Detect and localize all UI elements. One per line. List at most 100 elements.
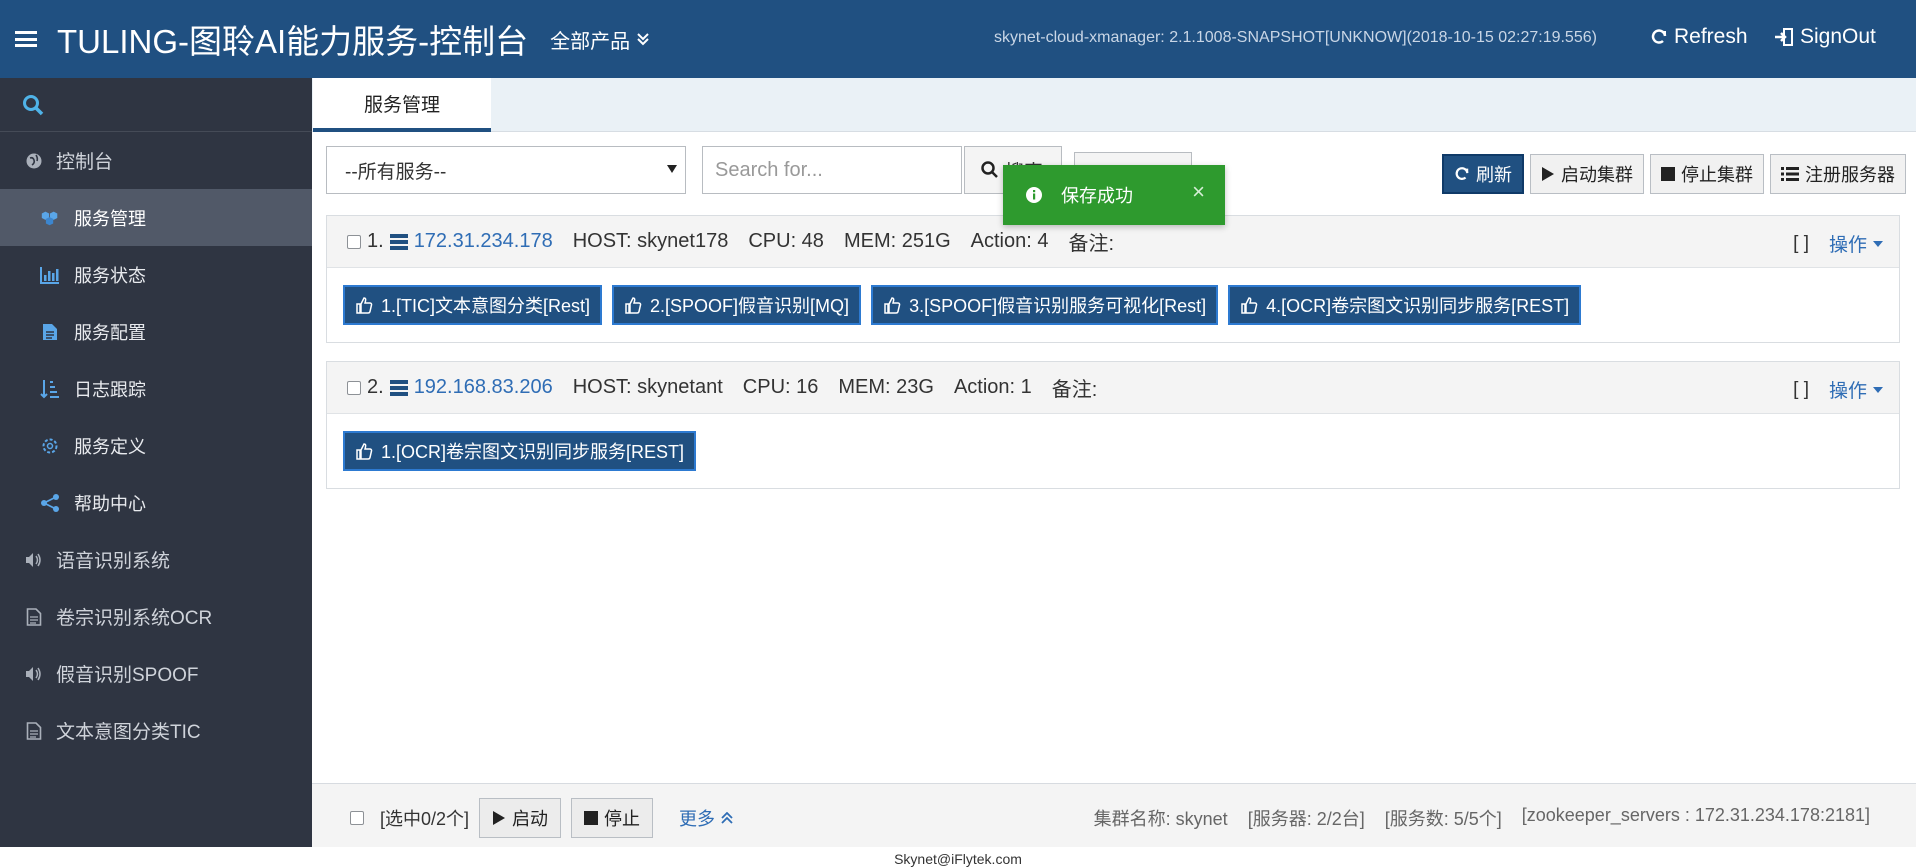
host-mem: MEM: 23G xyxy=(838,376,934,398)
menu-icon[interactable] xyxy=(15,31,37,47)
service-filter-select[interactable]: --所有服务-- xyxy=(326,146,686,194)
host-services: 1.[OCR]卷宗图文识别同步服务[REST] xyxy=(327,414,1899,488)
sidebar-item[interactable]: 假音识别SPOOF xyxy=(0,645,312,702)
version-info: skynet-cloud-xmanager: 2.1.1008-SNAPSHOT… xyxy=(994,29,1597,46)
sidebar-item-label: 日志跟踪 xyxy=(74,379,146,400)
sidebar-item[interactable]: 日志跟踪 xyxy=(0,360,312,417)
stop-icon xyxy=(1661,167,1675,181)
app-title: TULING-图聆AI能力服务-控制台 xyxy=(57,23,529,60)
sidebar-item-label: 假音识别SPOOF xyxy=(56,665,199,686)
operation-dropdown[interactable]: 操作 xyxy=(1829,230,1883,257)
host-note: 备注: xyxy=(1051,379,1098,401)
zookeeper-servers: [zookeeper_servers : 172.31.234.178:2181… xyxy=(1521,805,1870,825)
refresh-link[interactable]: Refresh xyxy=(1650,25,1748,49)
sidebar-item[interactable]: 文本意图分类TIC xyxy=(0,702,312,759)
start-label: 启动 xyxy=(512,809,549,829)
server-icon xyxy=(389,233,408,250)
gear-icon xyxy=(40,436,60,456)
sidebar-item[interactable]: 帮助中心 xyxy=(0,474,312,531)
sort-list-icon xyxy=(40,379,60,399)
service-button[interactable]: 1.[OCR]卷宗图文识别同步服务[REST] xyxy=(343,431,697,471)
sidebar-item-label: 服务管理 xyxy=(74,208,146,229)
host-panel: 1. 172.31.234.178 HOST: skynet178 CPU: 4… xyxy=(326,215,1900,343)
stop-icon xyxy=(584,811,599,825)
products-dropdown[interactable]: 全部产品 xyxy=(550,25,650,54)
host-brackets[interactable]: [ ] xyxy=(1793,233,1809,255)
signout-link[interactable]: SignOut xyxy=(1774,25,1876,49)
refresh-button-label: 刷新 xyxy=(1476,165,1512,185)
cluster-icon xyxy=(40,208,60,228)
more-label: 更多 xyxy=(679,809,716,829)
host-ip-link[interactable]: 172.31.234.178 xyxy=(414,230,553,253)
server-count: [服务器: 2/2台] xyxy=(1247,809,1365,829)
thumbs-up-icon xyxy=(356,443,373,460)
sidebar-item-label: 卷宗识别系统OCR xyxy=(56,608,213,629)
success-toast: 保存成功 × xyxy=(1003,165,1225,225)
register-server-button[interactable]: 注册服务器 xyxy=(1770,154,1906,194)
sidebar-item-label: 服务定义 xyxy=(74,436,146,457)
close-icon[interactable]: × xyxy=(1192,179,1205,205)
operation-label: 操作 xyxy=(1828,235,1867,256)
host-cpu: CPU: 16 xyxy=(742,376,819,398)
thumbs-up-icon xyxy=(884,297,901,314)
service-button[interactable]: 2.[SPOOF]假音识别[MQ] xyxy=(612,285,862,325)
sidebar-item-label: 帮助中心 xyxy=(74,493,146,514)
host-checkbox[interactable] xyxy=(347,234,361,249)
signout-icon xyxy=(1775,28,1793,46)
host-name: HOST: skynetant xyxy=(572,376,723,398)
globe-icon xyxy=(24,151,44,171)
service-button[interactable]: 3.[SPOOF]假音识别服务可视化[Rest] xyxy=(871,285,1219,325)
stop-button[interactable]: 停止 xyxy=(571,798,654,838)
bar-chart-icon xyxy=(40,265,60,285)
cluster-name: 集群名称: skynet xyxy=(1093,809,1228,829)
service-label: 3.[SPOOF]假音识别服务可视化[Rest] xyxy=(909,296,1207,316)
selected-count: [选中0/2个] xyxy=(380,809,470,829)
volume-icon xyxy=(24,664,44,684)
start-button[interactable]: 启动 xyxy=(479,798,562,838)
search-icon[interactable] xyxy=(22,94,44,116)
sidebar-item[interactable]: 服务配置 xyxy=(0,303,312,360)
host-checkbox[interactable] xyxy=(347,380,361,395)
start-cluster-button[interactable]: 启动集群 xyxy=(1530,154,1644,194)
search-icon xyxy=(981,161,998,178)
operation-label: 操作 xyxy=(1828,381,1867,402)
info-icon xyxy=(1026,187,1042,203)
host-brackets[interactable]: [ ] xyxy=(1793,379,1809,401)
document-icon xyxy=(24,607,44,627)
stop-cluster-label: 停止集群 xyxy=(1681,165,1753,185)
play-icon xyxy=(1542,167,1554,181)
start-cluster-label: 启动集群 xyxy=(1561,165,1633,185)
sidebar-item[interactable]: 语音识别系统 xyxy=(0,531,312,588)
host-action: Action: 4 xyxy=(970,230,1049,252)
refresh-button[interactable]: 刷新 xyxy=(1442,154,1524,194)
more-link[interactable]: 更多 xyxy=(679,805,733,831)
host-mem: MEM: 251G xyxy=(843,230,951,252)
thumbs-up-icon xyxy=(625,297,642,314)
stop-cluster-button[interactable]: 停止集群 xyxy=(1650,154,1764,194)
top-header: TULING-图聆AI能力服务-控制台 全部产品 skynet-cloud-xm… xyxy=(0,0,1916,78)
copyright: Skynet@iFlytek.com xyxy=(894,851,1022,867)
service-button[interactable]: 1.[TIC]文本意图分类[Rest] xyxy=(343,285,603,325)
refresh-icon xyxy=(1455,167,1469,180)
sidebar-item-label: 语音识别系统 xyxy=(56,551,171,572)
search-input[interactable]: Search for... xyxy=(702,146,962,194)
sidebar-item[interactable]: 控制台 xyxy=(0,132,312,189)
host-cpu: CPU: 48 xyxy=(748,230,824,252)
service-label: 1.[OCR]卷宗图文识别同步服务[REST] xyxy=(381,442,685,462)
service-button[interactable]: 4.[OCR]卷宗图文识别同步服务[REST] xyxy=(1228,285,1582,325)
sidebar-item[interactable]: 服务状态 xyxy=(0,246,312,303)
host-index: 1. xyxy=(367,230,384,252)
host-panel: 2. 192.168.83.206 HOST: skynetant CPU: 1… xyxy=(326,361,1900,489)
sidebar-search[interactable] xyxy=(0,78,312,132)
service-label: 2.[SPOOF]假音识别[MQ] xyxy=(650,296,850,316)
sidebar-item[interactable]: 服务管理 xyxy=(0,189,312,246)
select-all-checkbox[interactable] xyxy=(350,811,364,825)
tab-service-management[interactable]: 服务管理 xyxy=(313,78,491,132)
operation-dropdown[interactable]: 操作 xyxy=(1829,376,1883,403)
thumbs-up-icon xyxy=(1241,297,1258,314)
host-controls: [ ] 操作 xyxy=(1793,376,1883,403)
sidebar-item[interactable]: 服务定义 xyxy=(0,417,312,474)
host-header: 2. 192.168.83.206 HOST: skynetant CPU: 1… xyxy=(327,362,1899,414)
host-ip-link[interactable]: 192.168.83.206 xyxy=(414,376,553,399)
sidebar-item[interactable]: 卷宗识别系统OCR xyxy=(0,588,312,645)
